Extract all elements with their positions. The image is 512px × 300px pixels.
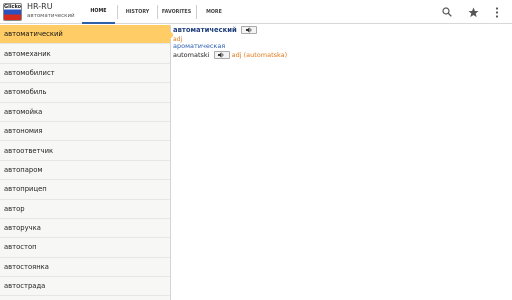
word-list-item[interactable]: автостоянка	[0, 258, 170, 278]
word-list: автоматический автомеханик автомобилист авт…	[0, 25, 171, 300]
search-icon[interactable]	[439, 4, 455, 20]
word-list-item[interactable]: автоответчик	[0, 141, 170, 161]
tab-divider	[117, 5, 118, 19]
app-title: HR-RU	[27, 2, 53, 11]
tab-more[interactable]: MORE	[198, 0, 230, 24]
app-subtitle: автоматический	[27, 13, 75, 19]
word-list-item[interactable]: автоматический	[0, 25, 170, 45]
headword: автоматический	[173, 26, 237, 34]
logo-text: Glicko	[4, 4, 22, 10]
speaker-icon[interactable]	[213, 51, 230, 59]
word-list-item[interactable]: автомобиль	[0, 83, 170, 103]
tab-divider	[196, 5, 197, 19]
word-list-item[interactable]: автор	[0, 200, 170, 219]
app-logo[interactable]: Glicko	[3, 3, 22, 21]
overflow-menu-icon[interactable]	[489, 4, 505, 20]
word-list-item[interactable]: автопаром	[0, 161, 170, 181]
speaker-icon[interactable]	[241, 26, 258, 34]
tab-history[interactable]: HISTORY	[119, 0, 156, 24]
word-list-item[interactable]: автономия	[0, 122, 170, 142]
star-icon[interactable]	[465, 4, 481, 20]
word-list-item[interactable]: автостоп	[0, 238, 170, 258]
word-list-item[interactable]: автомобилист	[0, 64, 170, 84]
tab-home[interactable]: HOME	[82, 0, 115, 24]
word-list-item[interactable]: автострада	[0, 277, 170, 297]
headword-row: автоматический	[173, 26, 258, 34]
word-list-item[interactable]: авторучка	[0, 219, 170, 239]
translation-word[interactable]: automatski	[173, 51, 209, 59]
translation-row: automatski adj (automatska)	[173, 51, 287, 59]
translation-form: (automatska)	[243, 51, 288, 59]
definition[interactable]: ароматическая	[173, 42, 225, 50]
word-list-item[interactable]: автоприцеп	[0, 180, 170, 200]
word-list-item[interactable]: автомойка	[0, 103, 170, 122]
word-list-item[interactable]: автомеханик	[0, 44, 170, 64]
translation-pos: adj	[231, 51, 242, 59]
top-bar: Glicko HR-RU автоматический HOME HISTORY…	[0, 0, 512, 24]
entry-detail: автоматический adj ароматическая automat…	[173, 25, 512, 300]
tab-favorites[interactable]: FAVORITES	[158, 0, 195, 24]
